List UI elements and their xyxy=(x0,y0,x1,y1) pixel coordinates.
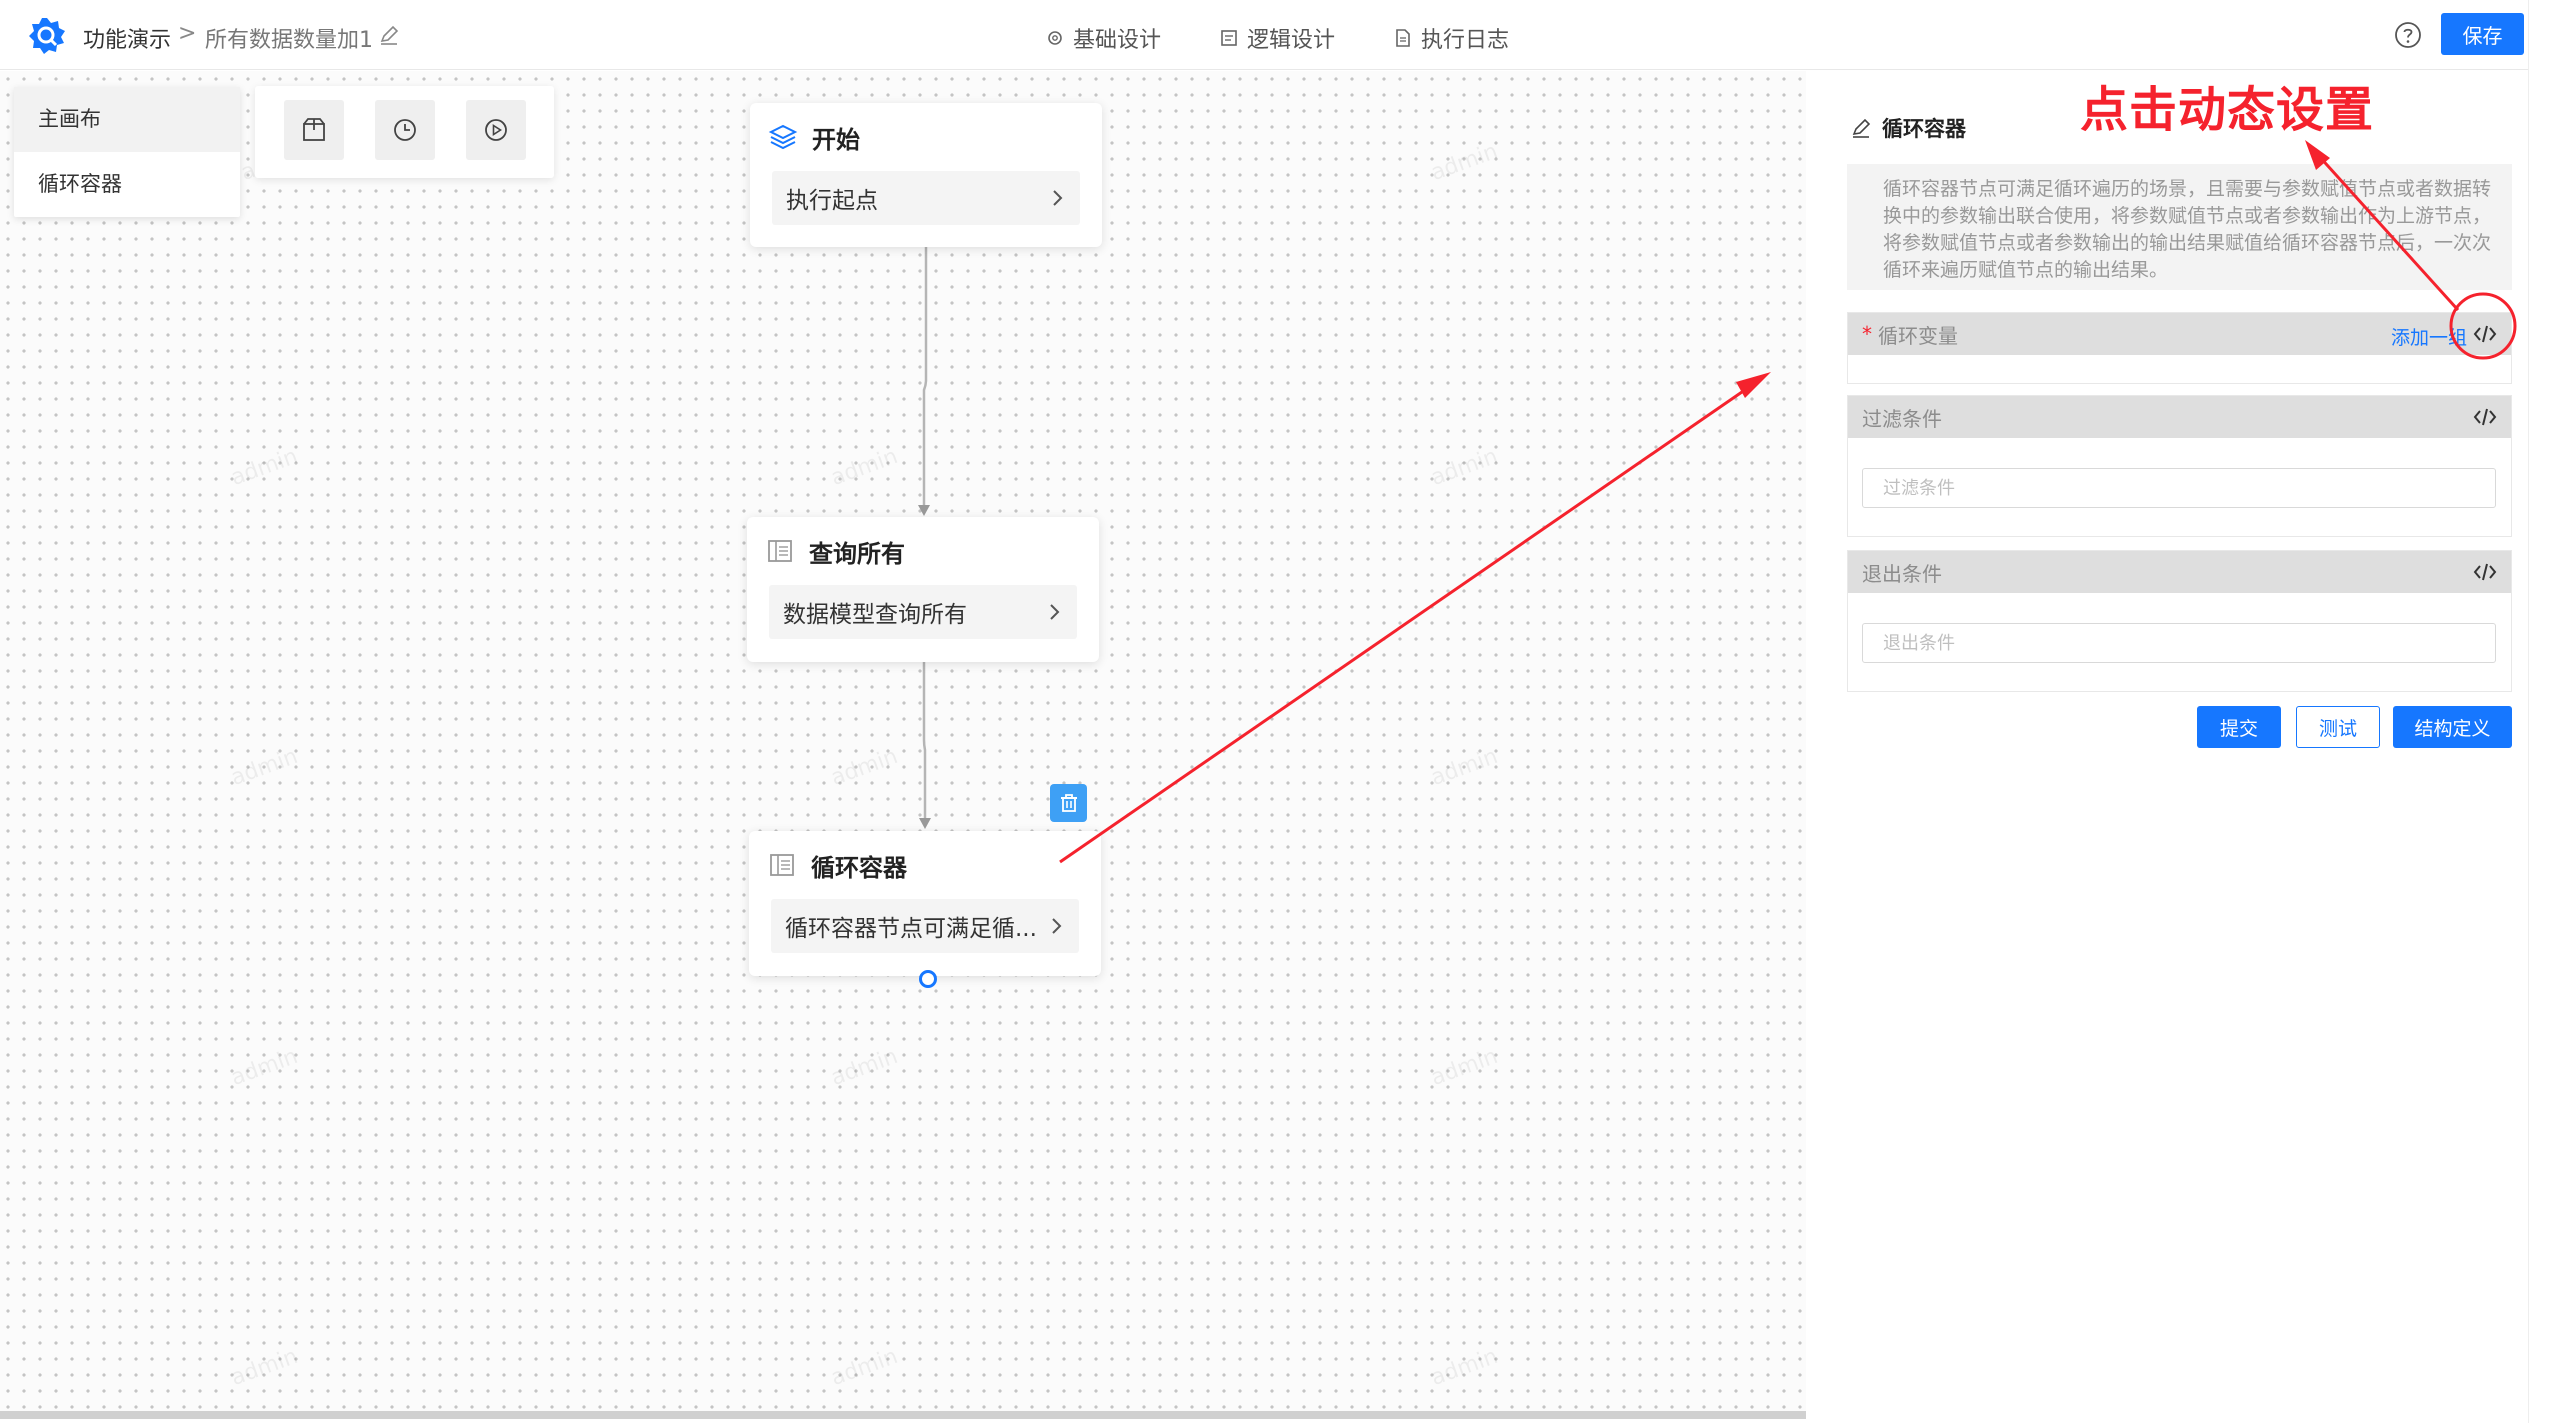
panel-header: 循环容器 xyxy=(1850,113,1966,143)
table-icon xyxy=(770,854,794,876)
save-button[interactable]: 保存 xyxy=(2441,13,2524,55)
node-title: 开始 xyxy=(812,125,860,154)
node-title: 查询所有 xyxy=(809,539,905,568)
loop-variable-label: 循环变量 xyxy=(1878,323,1958,348)
schema-button[interactable]: 结构定义 xyxy=(2393,706,2512,748)
exit-input[interactable] xyxy=(1862,623,2496,663)
help-icon[interactable] xyxy=(2394,21,2422,49)
loop-variable-section: * 循环变量 添加一组 xyxy=(1847,312,2512,384)
node-body[interactable]: 执行起点 xyxy=(772,171,1080,225)
filter-header: 过滤条件 xyxy=(1848,396,2511,438)
code-icon[interactable] xyxy=(2473,406,2497,428)
canvas-horizontal-scrollbar[interactable] xyxy=(0,1411,1806,1419)
chevron-right-icon xyxy=(1052,918,1062,934)
node-body-label: 循环容器节点可满足循... xyxy=(785,916,1037,942)
exit-label: 退出条件 xyxy=(1862,561,1942,586)
node-title: 循环容器 xyxy=(811,853,907,882)
connector-start-query xyxy=(922,247,928,510)
annotation-text: 点击动态设置 xyxy=(2080,82,2375,138)
flow-node-start[interactable]: 开始 执行起点 xyxy=(750,103,1102,247)
node-body[interactable]: 循环容器节点可满足循... xyxy=(771,899,1079,953)
exit-section: 退出条件 xyxy=(1847,550,2512,692)
flow-node-query[interactable]: 查询所有 数据模型查询所有 xyxy=(747,517,1099,662)
node-body[interactable]: 数据模型查询所有 xyxy=(769,585,1077,639)
table-icon xyxy=(768,540,792,562)
add-group-link[interactable]: 添加一组 xyxy=(2391,323,2467,350)
filter-section: 过滤条件 xyxy=(1847,395,2512,537)
filter-label: 过滤条件 xyxy=(1862,406,1942,431)
exit-header: 退出条件 xyxy=(1848,551,2511,593)
chevron-right-icon xyxy=(1050,604,1060,620)
node-output-port[interactable] xyxy=(919,970,937,988)
node-body-label: 执行起点 xyxy=(786,188,878,214)
connector-arrow xyxy=(918,505,930,516)
edit-icon xyxy=(1852,118,1871,138)
connector-arrow xyxy=(919,818,931,829)
loop-variable-header: * 循环变量 添加一组 xyxy=(1848,313,2511,355)
delete-node-button[interactable] xyxy=(1050,784,1087,822)
filter-input[interactable] xyxy=(1862,468,2496,508)
flow-node-loop[interactable]: 循环容器 循环容器节点可满足循... xyxy=(749,831,1101,976)
trash-icon xyxy=(1060,794,1077,812)
code-icon[interactable] xyxy=(2473,323,2497,345)
page-scrollbar[interactable] xyxy=(2528,0,2560,1423)
submit-button[interactable]: 提交 xyxy=(2197,706,2281,748)
layers-icon xyxy=(768,124,798,150)
node-description: 循环容器节点可满足循环遍历的场景，且需要与参数赋值节点或者数据转换中的参数输出联… xyxy=(1847,164,2512,290)
required-mark: * xyxy=(1862,322,1872,346)
node-body-label: 数据模型查询所有 xyxy=(783,602,967,628)
code-icon[interactable] xyxy=(2473,561,2497,583)
panel-title: 循环容器 xyxy=(1882,117,1966,141)
test-button[interactable]: 测试 xyxy=(2296,706,2380,748)
chevron-right-icon xyxy=(1053,190,1063,206)
connector-query-loop xyxy=(922,662,927,823)
